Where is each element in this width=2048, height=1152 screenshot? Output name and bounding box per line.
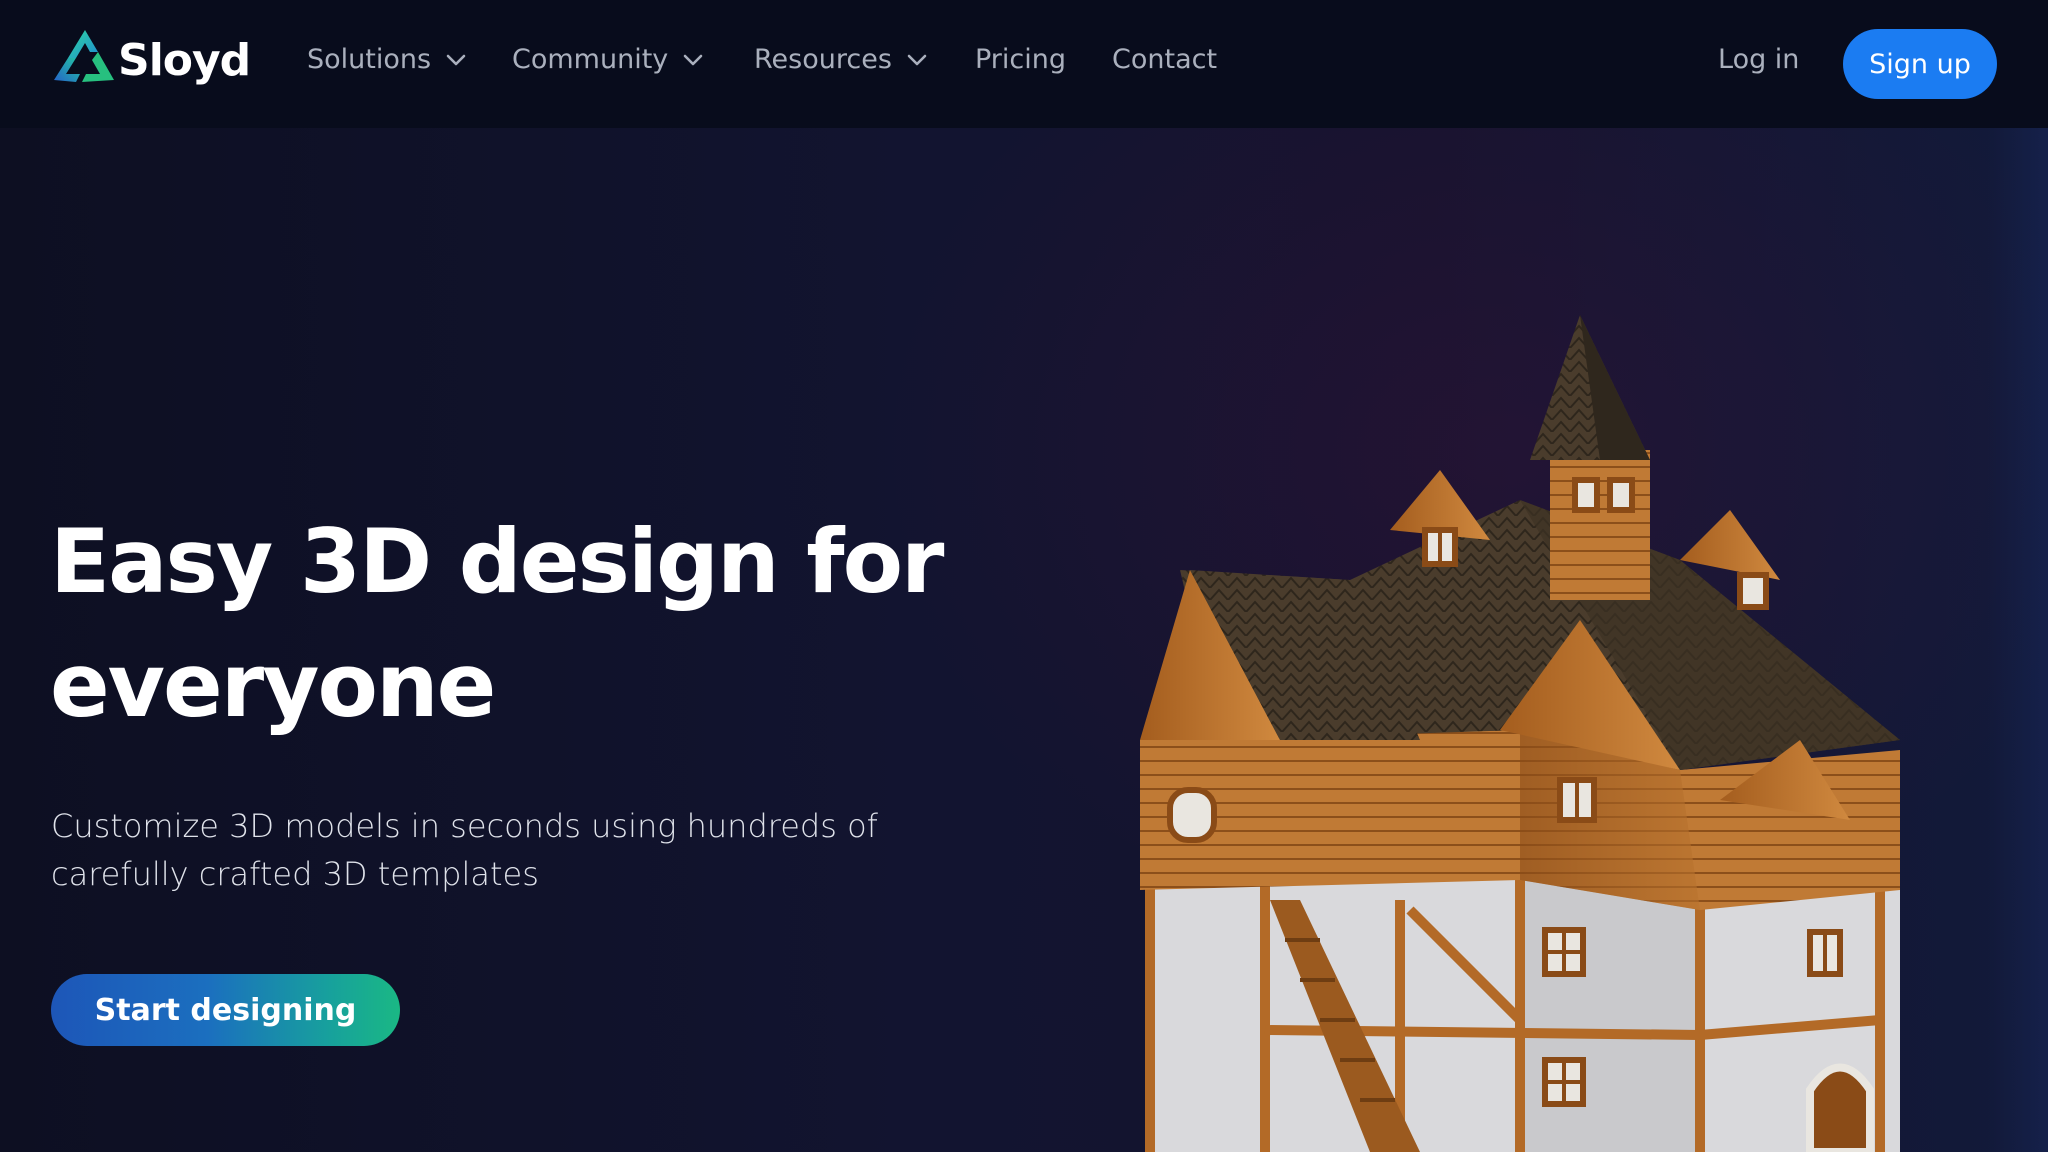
nav-contact-label: Contact bbox=[1112, 44, 1218, 75]
login-link[interactable]: Log in bbox=[1718, 44, 1799, 75]
nav-pricing-label: Pricing bbox=[975, 44, 1067, 75]
hero-title-line1: Easy 3D design for bbox=[50, 510, 944, 613]
nav-pricing[interactable]: Pricing bbox=[975, 44, 1066, 75]
nav-community[interactable]: Community bbox=[512, 44, 704, 75]
hero-subtitle-line2: carefully crafted 3D templates bbox=[51, 855, 539, 893]
hero-subtitle-line1: Customize 3D models in seconds using hun… bbox=[51, 807, 878, 845]
3d-house-model-image bbox=[1140, 315, 1900, 1152]
chevron-down-icon bbox=[907, 54, 927, 65]
top-navbar: Sloyd Solutions Community Resources Pric… bbox=[0, 0, 2048, 128]
nav-solutions-label: Solutions bbox=[307, 44, 432, 75]
hero-title-line2: everyone bbox=[50, 634, 496, 737]
hero-subtitle: Customize 3D models in seconds using hun… bbox=[51, 802, 931, 898]
nav-contact[interactable]: Contact bbox=[1112, 44, 1217, 75]
brand-name: Sloyd bbox=[118, 34, 251, 86]
nav-resources[interactable]: Resources bbox=[754, 44, 928, 75]
landing-page: Sloyd Solutions Community Resources Pric… bbox=[0, 0, 2048, 1152]
nav-solutions[interactable]: Solutions bbox=[307, 44, 467, 75]
chevron-down-icon bbox=[446, 54, 466, 65]
sloyd-logo-icon bbox=[54, 30, 114, 82]
signup-button[interactable]: Sign up bbox=[1843, 29, 1997, 99]
nav-resources-label: Resources bbox=[754, 44, 892, 75]
brand-logo-link[interactable]: Sloyd bbox=[52, 28, 251, 92]
hero-title: Easy 3D design for everyone bbox=[50, 500, 970, 748]
chevron-down-icon bbox=[683, 54, 703, 65]
start-designing-button[interactable]: Start designing bbox=[51, 974, 400, 1046]
nav-community-label: Community bbox=[512, 44, 669, 75]
